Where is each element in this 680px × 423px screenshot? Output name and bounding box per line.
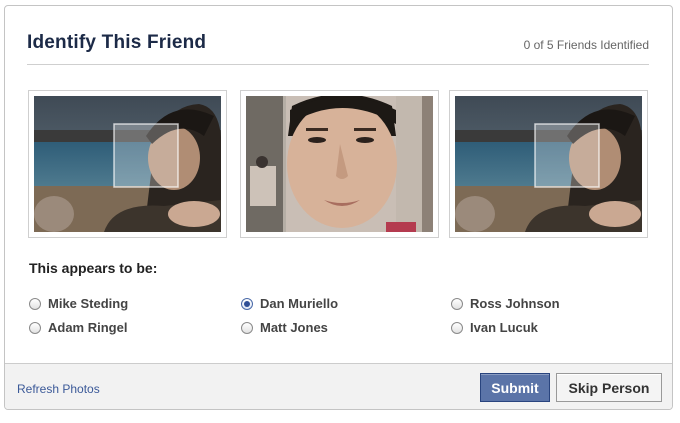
option-ivan-lucuk[interactable]: Ivan Lucuk bbox=[451, 320, 538, 335]
option-label: Matt Jones bbox=[260, 320, 328, 335]
radio-button[interactable] bbox=[451, 297, 463, 310]
option-adam-ringel[interactable]: Adam Ringel bbox=[29, 320, 127, 335]
option-label: Mike Steding bbox=[48, 296, 129, 311]
option-label: Dan Muriello bbox=[260, 296, 339, 311]
friend-photo-2 bbox=[240, 90, 439, 238]
beach-photo-image bbox=[34, 96, 221, 232]
option-mike-steding[interactable]: Mike Steding bbox=[29, 296, 128, 311]
dialog-footer: Refresh Photos Submit Skip Person bbox=[5, 363, 672, 409]
radio-button[interactable] bbox=[241, 321, 253, 334]
question-label: This appears to be: bbox=[29, 260, 158, 276]
option-label: Ivan Lucuk bbox=[470, 320, 538, 335]
option-matt-jones[interactable]: Matt Jones bbox=[241, 320, 328, 335]
friend-photo-3 bbox=[449, 90, 648, 238]
friend-photo-1 bbox=[28, 90, 227, 238]
face-closeup-image bbox=[246, 96, 433, 232]
option-label: Adam Ringel bbox=[48, 320, 128, 335]
option-dan-muriello[interactable]: Dan Muriello bbox=[241, 296, 338, 311]
option-ross-johnson[interactable]: Ross Johnson bbox=[451, 296, 560, 311]
beach-photo-image bbox=[455, 96, 642, 232]
skip-person-button[interactable]: Skip Person bbox=[556, 373, 662, 402]
radio-button[interactable] bbox=[29, 297, 41, 310]
radio-button[interactable] bbox=[29, 321, 41, 334]
submit-button[interactable]: Submit bbox=[480, 373, 550, 402]
refresh-photos-link[interactable]: Refresh Photos bbox=[17, 382, 100, 396]
dialog-title: Identify This Friend bbox=[27, 32, 207, 53]
header-divider bbox=[27, 64, 649, 65]
option-label: Ross Johnson bbox=[470, 296, 560, 311]
identified-counter: 0 of 5 Friends Identified bbox=[523, 38, 649, 52]
radio-button[interactable] bbox=[451, 321, 463, 334]
identify-friend-dialog: Identify This Friend 0 of 5 Friends Iden… bbox=[4, 5, 673, 410]
radio-button-checked[interactable] bbox=[241, 297, 253, 310]
